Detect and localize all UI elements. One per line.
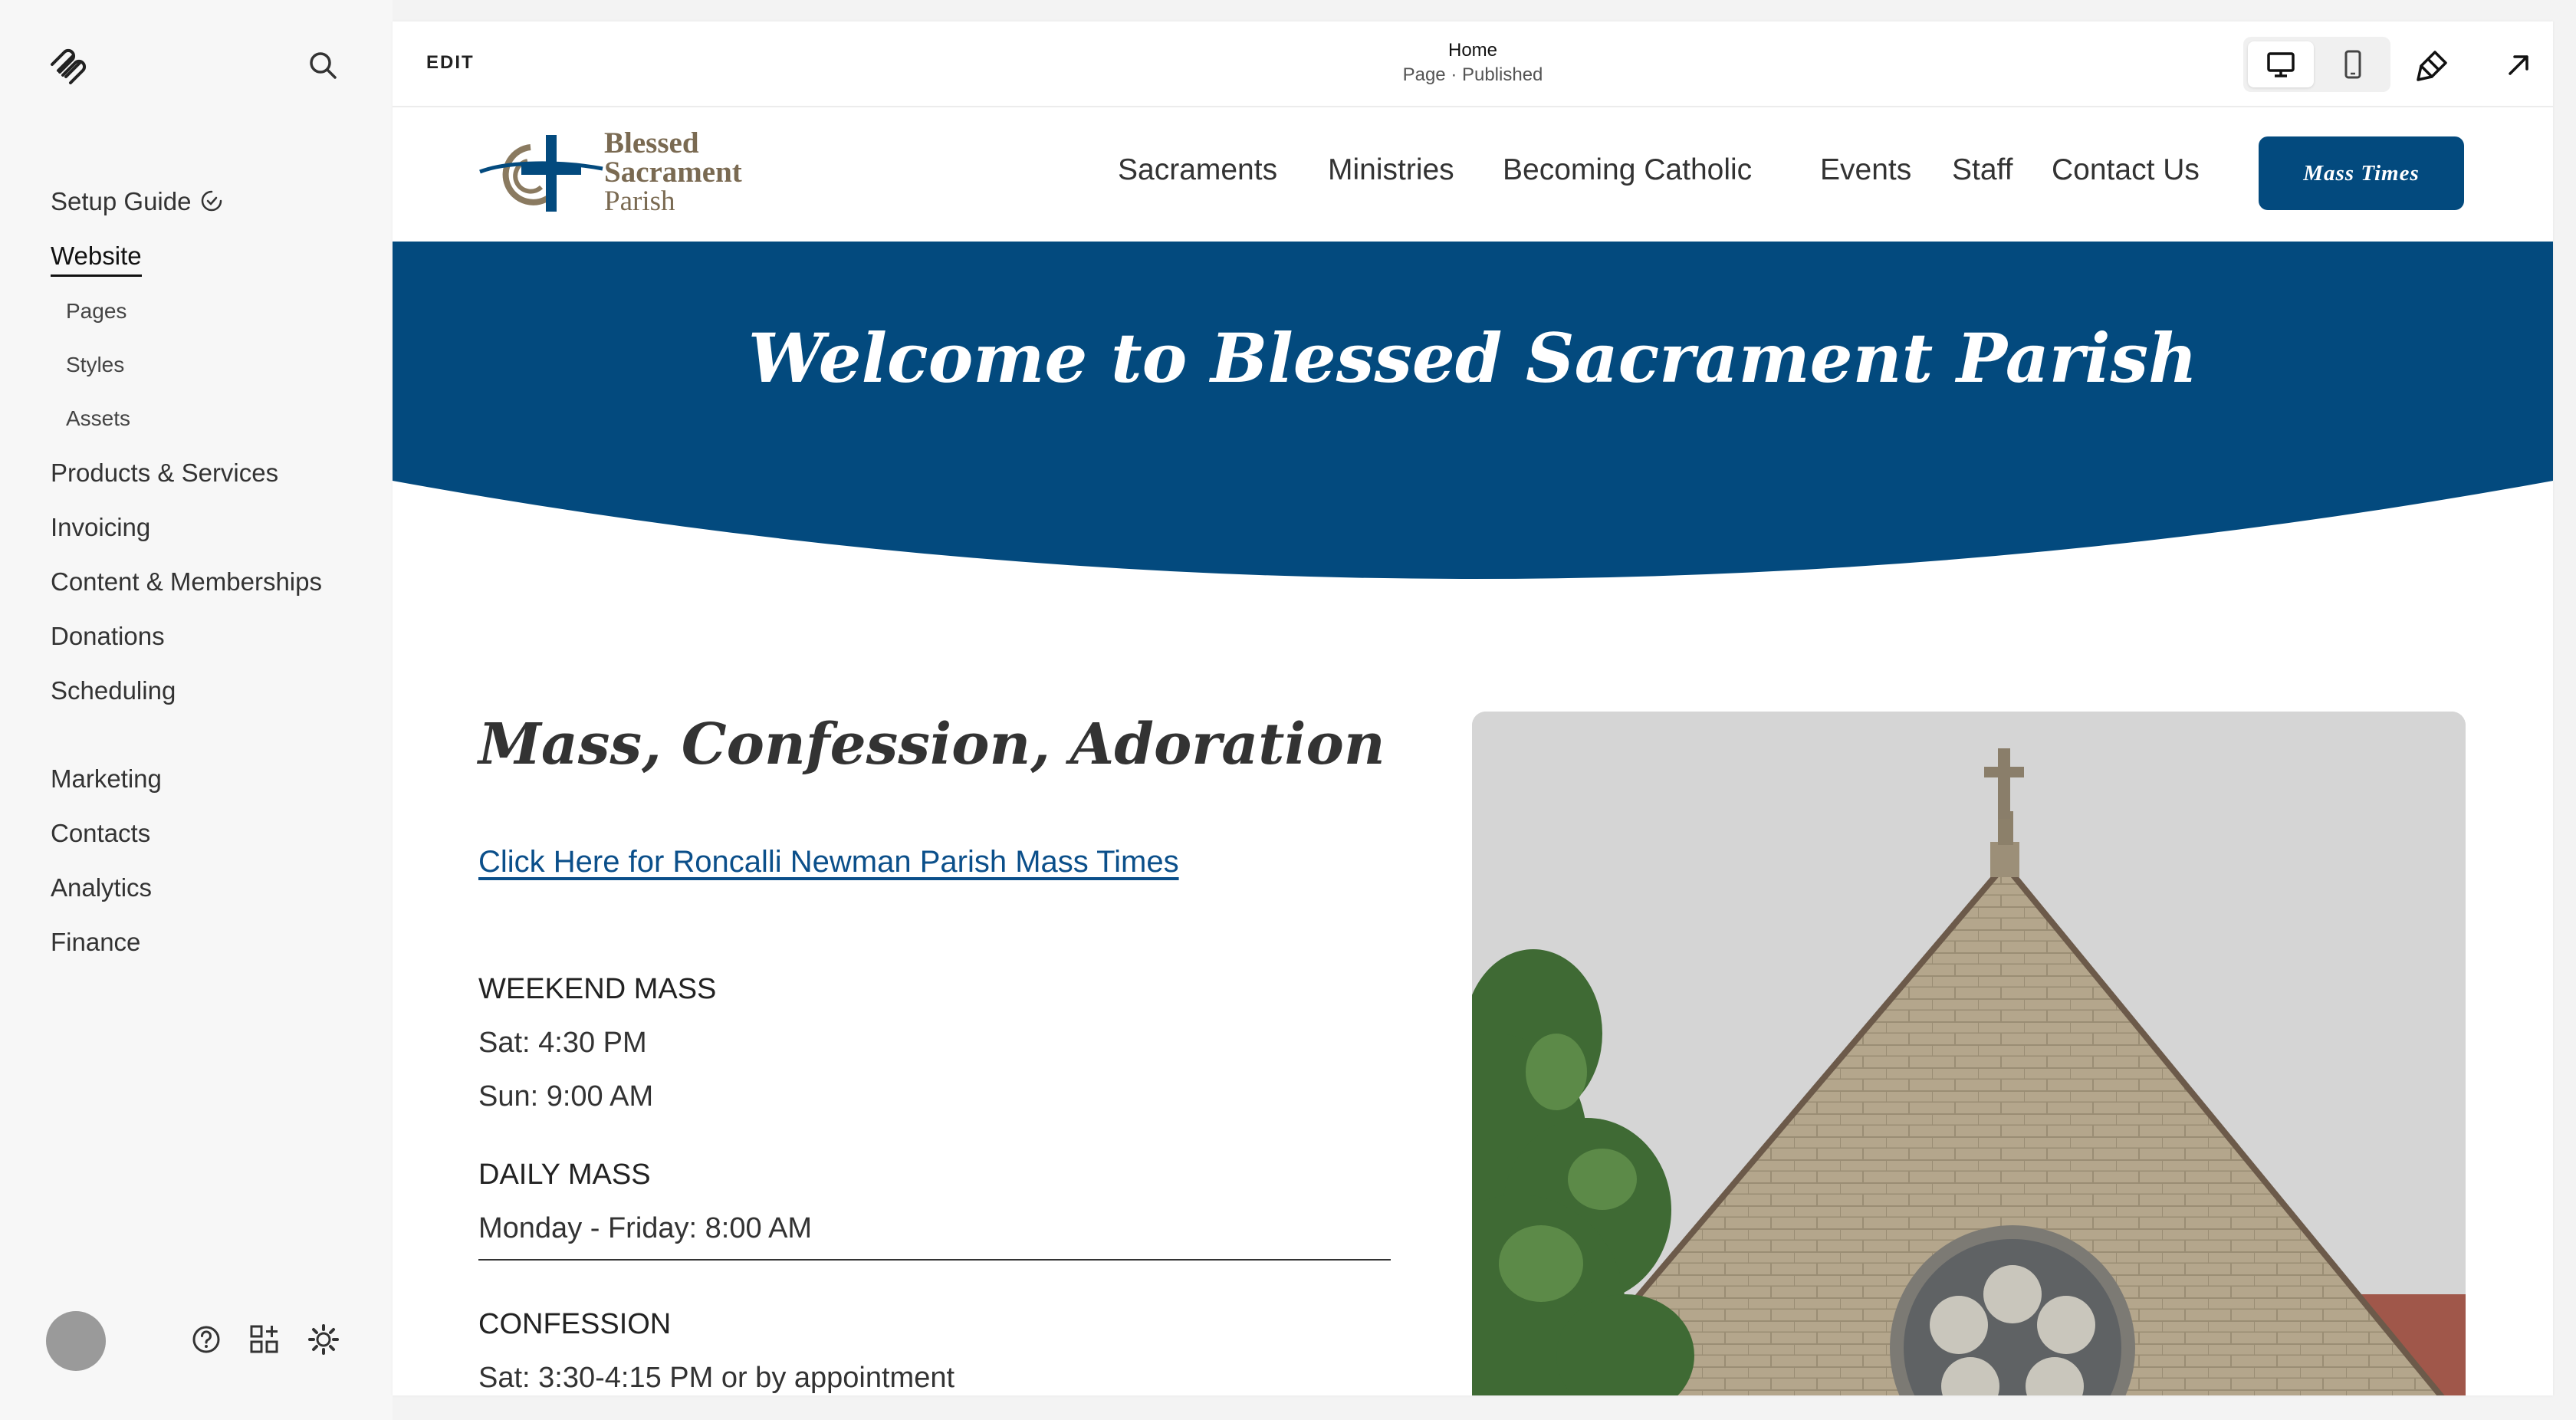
sidebar-item-label: Setup Guide [51,187,192,215]
nav-ministries[interactable]: Ministries [1328,153,1454,187]
mobile-icon [2344,50,2361,79]
hero-title: Welcome to Blessed Sacrament Parish [748,318,2198,398]
sidebar-item-content-memberships[interactable]: Content & Memberships [51,567,322,597]
setup-progress-icon [202,190,222,212]
confession-heading: CONFESSION [478,1308,672,1340]
nav-becoming-catholic[interactable]: Becoming Catholic [1503,153,1752,187]
logo-line: Sacrament [604,156,742,189]
mass-times-button[interactable]: Mass Times [2259,136,2464,210]
apps-icon[interactable] [247,1322,282,1357]
sidebar-item-contacts[interactable]: Contacts [51,819,150,848]
mobile-view-button[interactable] [2320,41,2386,87]
logo-line: Parish [604,186,675,217]
nav-events[interactable]: Events [1820,153,1911,187]
site-preview-frame: EDIT Home Page · Published Blessed Sacra… [393,21,2553,1395]
weekend-sun-time: Sun: 9:00 AM [478,1080,654,1113]
desktop-icon [2267,52,2295,77]
sidebar-item-pages[interactable]: Pages [66,299,127,324]
church-illustration [1472,712,2466,1395]
sidebar-item-donations[interactable]: Donations [51,622,165,651]
help-icon[interactable] [189,1322,224,1357]
sidebar-item-products-services[interactable]: Products & Services [51,459,278,488]
hero-banner: Welcome to Blessed Sacrament Parish [393,242,2553,604]
section-title: Mass, Confession, Adoration [478,712,1385,777]
editor-topbar: EDIT Home Page · Published [393,21,2553,107]
parish-logo-text[interactable]: Blessed Sacrament Parish [604,127,742,217]
confession-time: Sat: 3:30-4:15 PM or by appointment [478,1362,955,1394]
sidebar-item-assets[interactable]: Assets [66,406,130,431]
desktop-view-button[interactable] [2248,41,2314,87]
search-icon[interactable] [305,48,340,83]
site-header: Blessed Sacrament Parish Sacraments Mini… [393,107,2553,242]
nav-contact-us[interactable]: Contact Us [2052,153,2200,187]
settings-icon[interactable] [306,1322,341,1357]
sidebar-item-setup-guide[interactable]: Setup Guide [51,187,223,216]
church-photo[interactable] [1472,712,2466,1395]
page-title: Home [1447,40,1498,61]
sidebar-item-finance[interactable]: Finance [51,928,140,957]
weekend-sat-time: Sat: 4:30 PM [478,1027,647,1059]
sidebar-item-website[interactable]: Website [51,242,142,277]
page-status: Page · Published [1402,64,1543,85]
sidebar: Setup Guide Website Pages Styles Assets … [0,0,393,1420]
daily-mass-time: Monday - Friday: 8:00 AM [478,1212,813,1244]
nav-staff[interactable]: Staff [1952,153,2013,187]
sidebar-item-analytics[interactable]: Analytics [51,873,152,902]
sidebar-item-marketing[interactable]: Marketing [51,764,162,794]
nav-sacraments[interactable]: Sacraments [1118,153,1277,187]
hero-wave-background [393,242,2553,579]
squarespace-logo-icon[interactable] [48,44,87,84]
avatar[interactable] [46,1311,106,1371]
daily-mass-heading: DAILY MASS [478,1159,651,1191]
logo-line: Blessed [604,127,699,159]
divider [478,1259,1391,1261]
device-toggle [2243,37,2390,92]
sidebar-item-scheduling[interactable]: Scheduling [51,676,176,705]
parish-logo-icon[interactable] [477,130,607,216]
sidebar-item-invoicing[interactable]: Invoicing [51,513,150,542]
roncalli-mass-times-link[interactable]: Click Here for Roncalli Newman Parish Ma… [478,845,1179,879]
style-brush-icon[interactable] [2413,46,2452,84]
weekend-mass-heading: WEEKEND MASS [478,973,717,1005]
sidebar-item-styles[interactable]: Styles [66,353,124,377]
open-external-icon[interactable] [2499,46,2538,84]
